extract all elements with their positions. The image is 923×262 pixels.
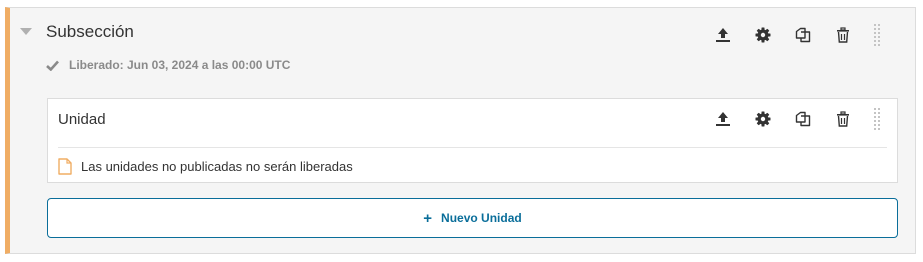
unit-divider	[58, 147, 887, 148]
subsection-actions	[703, 22, 887, 48]
unit-publish-button[interactable]	[703, 107, 743, 131]
trash-icon	[837, 27, 849, 43]
drag-handle-icon	[874, 24, 880, 46]
new-unit-label: Nuevo Unidad	[441, 211, 522, 225]
collapse-caret-icon[interactable]	[20, 28, 32, 35]
subsection-title[interactable]: Subsección	[46, 22, 134, 42]
unit-drag-handle[interactable]	[867, 106, 887, 132]
document-icon	[58, 157, 72, 175]
settings-button[interactable]	[743, 23, 783, 47]
unit-warning: Las unidades no publicadas no serán libe…	[58, 157, 353, 175]
duplicate-icon	[795, 111, 811, 127]
plus-icon: +	[423, 209, 433, 227]
unit-duplicate-button[interactable]	[783, 107, 823, 131]
drag-handle-icon	[874, 108, 880, 130]
publish-icon	[716, 112, 730, 126]
drag-handle[interactable]	[867, 22, 887, 48]
unit-settings-button[interactable]	[743, 107, 783, 131]
publish-icon	[716, 28, 730, 42]
new-unit-button[interactable]: + Nuevo Unidad	[47, 198, 898, 238]
gear-icon	[755, 27, 771, 43]
trash-icon	[837, 111, 849, 127]
duplicate-icon	[795, 27, 811, 43]
unit-warning-text: Las unidades no publicadas no serán libe…	[81, 158, 353, 174]
release-status-text: Liberado: Jun 03, 2024 a las 00:00 UTC	[69, 58, 291, 72]
delete-button[interactable]	[823, 23, 863, 47]
unit-delete-button[interactable]	[823, 107, 863, 131]
duplicate-button[interactable]	[783, 23, 823, 47]
unit-title[interactable]: Unidad	[58, 111, 106, 128]
publish-button[interactable]	[703, 23, 743, 47]
unit-actions	[703, 106, 887, 132]
check-icon	[46, 60, 59, 71]
gear-icon	[755, 111, 771, 127]
release-status: Liberado: Jun 03, 2024 a las 00:00 UTC	[46, 57, 290, 73]
